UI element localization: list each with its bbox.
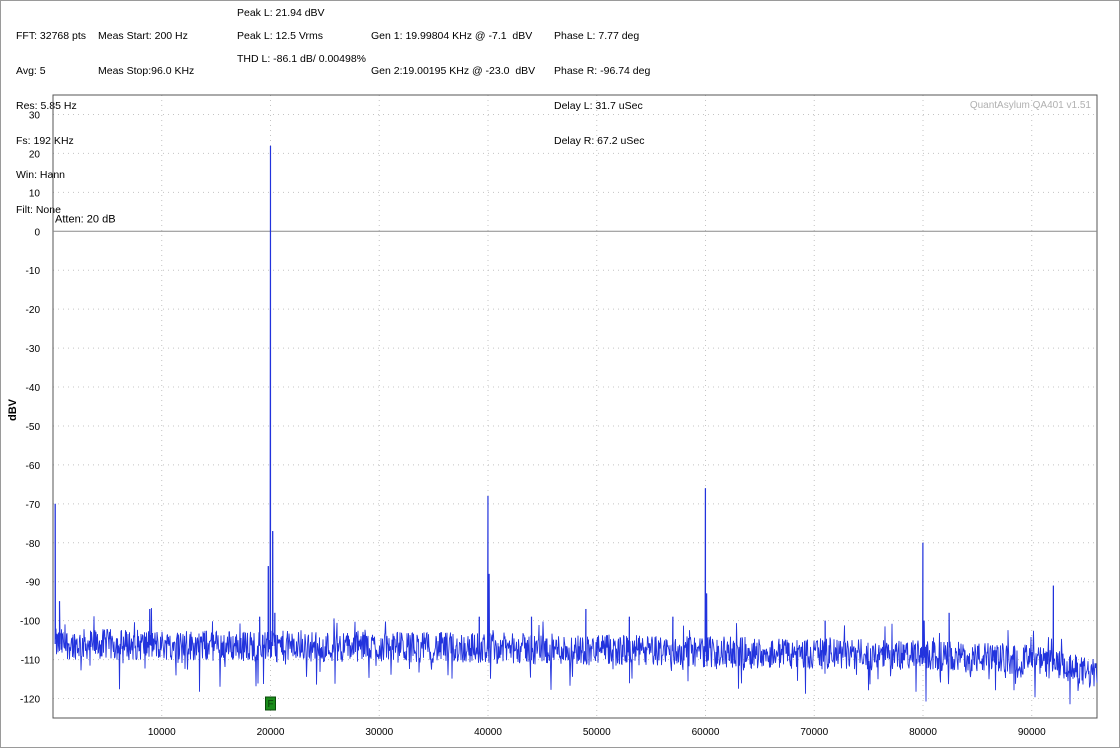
y-tick-label: -60 (26, 461, 41, 472)
x-tick-label: 80000 (909, 727, 937, 738)
plot-area-border (52, 94, 1098, 719)
y-tick-label: -20 (26, 305, 41, 316)
attenuation-label: Atten: 20 dB (55, 213, 116, 225)
spectrum-series (54, 145, 1098, 705)
x-tick-label: 60000 (692, 727, 720, 738)
y-tick-label: -110 (21, 656, 41, 667)
spectrum-chart[interactable]: 10000 20000 30000 40000 50000 60000 70000 80000… (0, 0, 1120, 748)
spectrum-trace (54, 145, 1098, 705)
y-tick-label: 20 (29, 149, 41, 160)
y-tick-label: 30 (29, 110, 41, 121)
x-tick-label: 20000 (257, 727, 285, 738)
x-tick-label: 50000 (583, 727, 611, 738)
y-tick-label: 0 (34, 227, 40, 238)
version-watermark: QuantAsylum QA401 v1.51 (970, 100, 1092, 111)
frequency-marker-label: F (267, 699, 273, 710)
x-tick-label: 70000 (800, 727, 828, 738)
y-tick-label: -120 (20, 695, 40, 706)
y-tick-label: -30 (26, 344, 41, 355)
frequency-marker[interactable]: F (265, 696, 276, 711)
x-tick-label: 30000 (365, 727, 393, 738)
y-tick-label: -40 (26, 383, 41, 394)
y-tick-label: -70 (26, 500, 41, 511)
y-tick-label: -100 (20, 617, 40, 628)
x-tick-label: 40000 (474, 727, 502, 738)
y-tick-label: -80 (26, 539, 41, 550)
chart-grid (53, 95, 1097, 718)
x-tick-label: 90000 (1018, 727, 1046, 738)
y-tick-label: -10 (26, 266, 41, 277)
x-tick-label: 10000 (148, 727, 176, 738)
y-axis-ticks: 30 20 10 0 -10 -20 -30 -40 -50 -60 -70 -80 -90 -100 -1… (20, 110, 40, 705)
y-tick-label: 10 (29, 188, 41, 199)
y-tick-label: -50 (26, 422, 41, 433)
y-axis-label: dBV (7, 398, 19, 421)
x-axis-ticks: 10000 20000 30000 40000 50000 60000 70000 80000… (148, 727, 1046, 738)
y-tick-label: -90 (26, 578, 41, 589)
